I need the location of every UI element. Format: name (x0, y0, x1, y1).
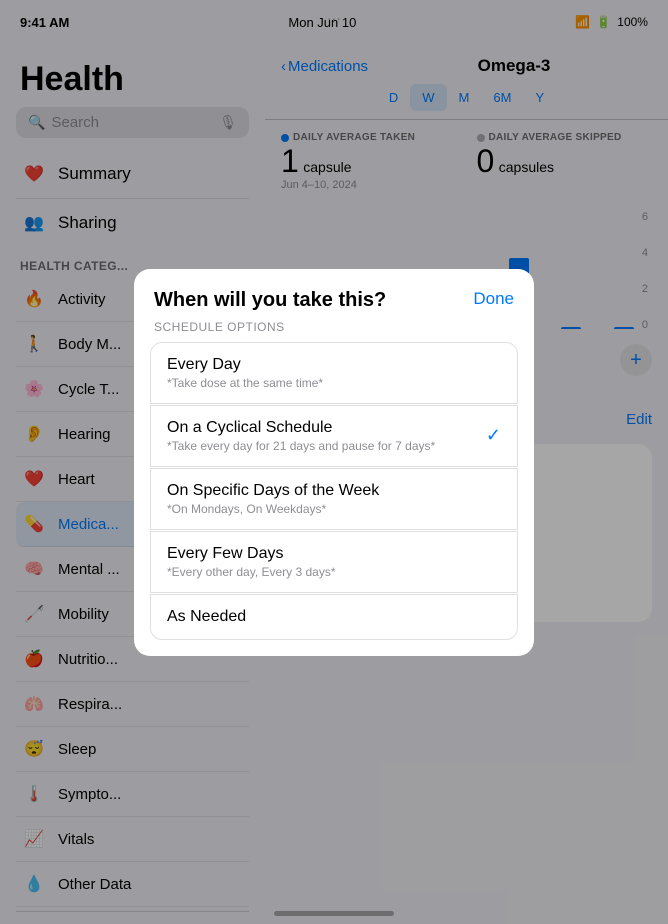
modal-header: When will you take this? Done (134, 269, 534, 320)
schedule-modal: When will you take this? Done SCHEDULE O… (134, 269, 534, 656)
option-every-day[interactable]: Every Day *Take dose at the same time* (150, 342, 518, 404)
option-every-few-days-content: Every Few Days *Every other day, Every 3… (167, 545, 336, 579)
option-every-few-days-title: Every Few Days (167, 545, 336, 563)
modal-done-button[interactable]: Done (473, 289, 514, 309)
schedule-options: Every Day *Take dose at the same time* O… (134, 342, 534, 656)
option-specific-days-content: On Specific Days of the Week *On Mondays… (167, 482, 379, 516)
option-as-needed-title: As Needed (167, 608, 246, 626)
option-cyclical-title: On a Cyclical Schedule (167, 419, 435, 437)
option-specific-days[interactable]: On Specific Days of the Week *On Mondays… (150, 468, 518, 530)
option-cyclical-content: On a Cyclical Schedule *Take every day f… (167, 419, 435, 453)
option-cyclical[interactable]: On a Cyclical Schedule *Take every day f… (150, 405, 518, 467)
option-cyclical-subtitle: *Take every day for 21 days and pause fo… (167, 439, 435, 453)
option-every-day-content: Every Day *Take dose at the same time* (167, 356, 323, 390)
option-every-few-days-subtitle: *Every other day, Every 3 days* (167, 565, 336, 579)
schedule-section-label: SCHEDULE OPTIONS (134, 320, 534, 342)
home-indicator (274, 911, 394, 916)
option-specific-days-subtitle: *On Mondays, On Weekdays* (167, 502, 379, 516)
option-specific-days-title: On Specific Days of the Week (167, 482, 379, 500)
option-every-day-title: Every Day (167, 356, 323, 374)
checkmark-icon: ✓ (486, 425, 501, 446)
modal-title: When will you take this? (154, 289, 473, 312)
option-every-few-days[interactable]: Every Few Days *Every other day, Every 3… (150, 531, 518, 593)
modal-overlay[interactable]: When will you take this? Done SCHEDULE O… (0, 0, 668, 924)
option-every-day-subtitle: *Take dose at the same time* (167, 376, 323, 390)
option-as-needed-content: As Needed (167, 608, 246, 626)
option-as-needed[interactable]: As Needed (150, 594, 518, 640)
